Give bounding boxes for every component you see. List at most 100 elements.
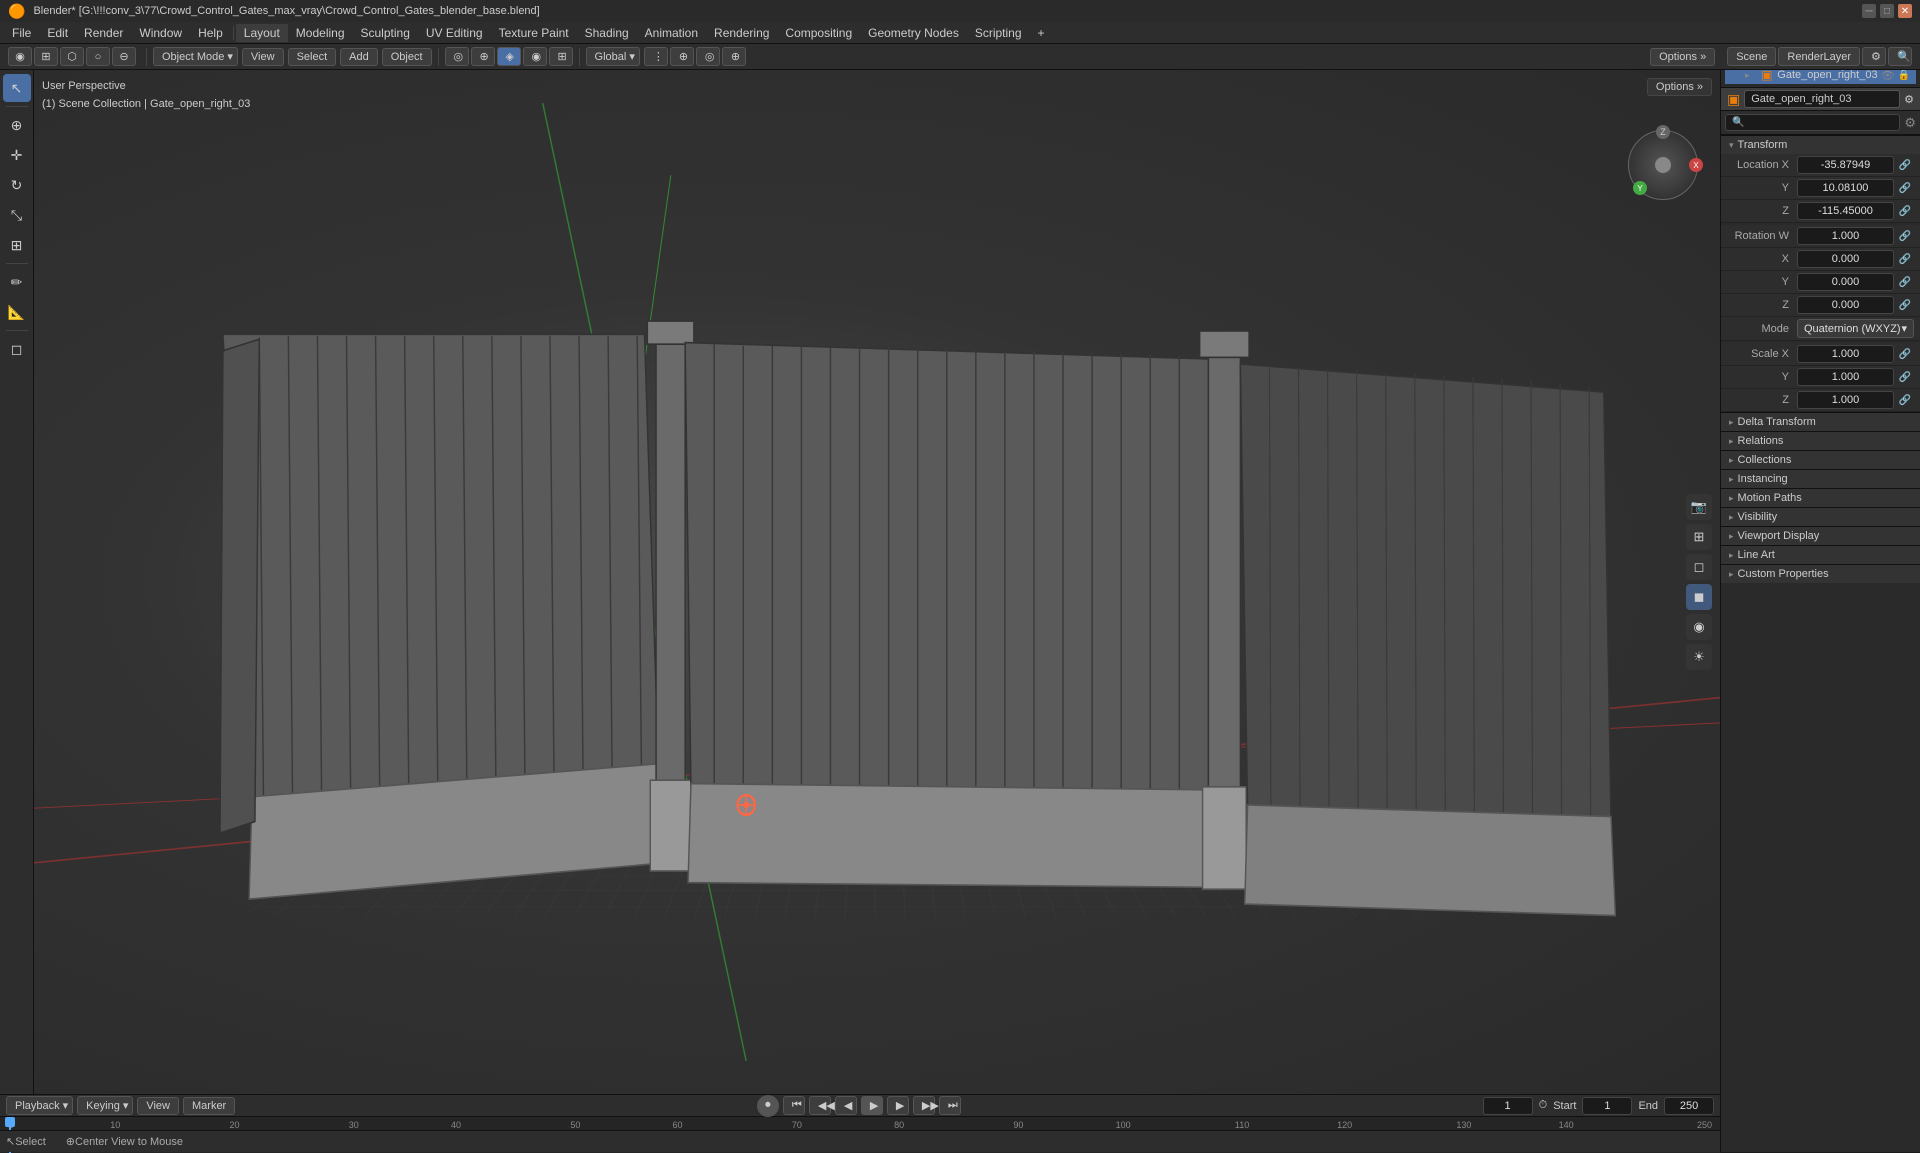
menu-texture-paint[interactable]: Texture Paint — [491, 24, 577, 42]
viewport[interactable]: User Perspective (1) Scene Collection | … — [34, 70, 1720, 1094]
menu-render[interactable]: Render — [76, 24, 131, 42]
close-button[interactable]: ✕ — [1898, 4, 1912, 18]
menu-window[interactable]: Window — [131, 24, 190, 42]
tool-rotate[interactable]: ↻ — [3, 171, 31, 199]
rotation-w-field[interactable]: 1.000 — [1797, 227, 1894, 245]
location-z-lock[interactable]: 🔗 — [1896, 202, 1914, 220]
tool-select[interactable]: ↖ — [3, 74, 31, 102]
renderlayer-label[interactable]: RenderLayer — [1778, 47, 1860, 66]
nav-right-x[interactable]: X — [1689, 158, 1703, 172]
menu-scripting[interactable]: Scripting — [967, 24, 1030, 42]
play-btn[interactable]: ▶ — [861, 1096, 883, 1115]
location-x-field[interactable]: -35.87949 — [1797, 156, 1894, 174]
obj-visibility[interactable]: 👁 — [1881, 69, 1895, 82]
delta-transform-section[interactable]: ▸ Delta Transform — [1721, 412, 1920, 431]
toolbar-select[interactable]: Select — [288, 48, 337, 66]
maximize-button[interactable]: □ — [1880, 4, 1894, 18]
menu-uv-editing[interactable]: UV Editing — [418, 24, 491, 42]
toolbar-object[interactable]: Object — [382, 48, 432, 66]
toolbar-snap1[interactable]: ⋮ — [644, 47, 668, 66]
vp-shading-solid[interactable]: ◼ — [1686, 584, 1712, 610]
toolbar-select-mode2[interactable]: ⊞ — [34, 47, 58, 66]
viewport-canvas[interactable]: User Perspective (1) Scene Collection | … — [34, 70, 1720, 1094]
menu-edit[interactable]: Edit — [39, 24, 76, 42]
nav-circle[interactable]: Z X Y — [1628, 130, 1698, 200]
motion-paths-section[interactable]: ▸ Motion Paths — [1721, 488, 1920, 507]
toolbar-snap4[interactable]: ⊕ — [722, 47, 746, 66]
instancing-section[interactable]: ▸ Instancing — [1721, 469, 1920, 488]
scale-z-field[interactable]: 1.000 — [1797, 391, 1894, 409]
nav-top-z[interactable]: Z — [1656, 125, 1670, 139]
menu-add-workspace[interactable]: + — [1030, 24, 1053, 42]
relations-section[interactable]: ▸ Relations — [1721, 431, 1920, 450]
scale-y-lock[interactable]: 🔗 — [1896, 368, 1914, 386]
object-name-field[interactable]: Gate_open_right_03 — [1744, 90, 1900, 108]
menu-animation[interactable]: Animation — [637, 24, 706, 42]
rotation-z-lock[interactable]: 🔗 — [1896, 296, 1914, 314]
options-button[interactable]: Options » — [1650, 48, 1715, 66]
visibility-section[interactable]: ▸ Visibility — [1721, 507, 1920, 526]
toolbar-snap3[interactable]: ◎ — [696, 47, 720, 66]
playback-dropdown[interactable]: Playback ▾ — [6, 1096, 73, 1115]
menu-compositing[interactable]: Compositing — [777, 24, 860, 42]
transform-section-header[interactable]: ▾ Transform — [1721, 135, 1920, 154]
toolbar-icon5[interactable]: ⊞ — [549, 47, 573, 66]
scene-label[interactable]: Scene — [1727, 47, 1776, 66]
play-record-btn[interactable]: ⏺ — [757, 1095, 779, 1117]
timeline-view-btn[interactable]: View — [137, 1097, 179, 1115]
minimize-button[interactable]: ─ — [1862, 4, 1876, 18]
collections-section[interactable]: ▸ Collections — [1721, 450, 1920, 469]
toolbar-icon4[interactable]: ◉ — [523, 47, 547, 66]
vp-camera-icon[interactable]: 📷 — [1686, 494, 1712, 520]
next-keyframe-btn[interactable]: ▶ — [887, 1096, 909, 1115]
obj-restrict[interactable]: 🔒 — [1898, 70, 1910, 81]
toolbar-settings[interactable]: ⚙ — [1862, 47, 1886, 66]
toolbar-icon1[interactable]: ◎ — [445, 47, 469, 66]
prev-frame-btn[interactable]: ◀◀ — [809, 1096, 831, 1115]
location-y-field[interactable]: 10.08100 — [1797, 179, 1894, 197]
props-settings-icon[interactable]: ⚙ — [1904, 115, 1916, 131]
menu-help[interactable]: Help — [190, 24, 231, 42]
tool-annotate[interactable]: ✏ — [3, 268, 31, 296]
scale-z-lock[interactable]: 🔗 — [1896, 391, 1914, 409]
properties-search[interactable]: 🔍 — [1725, 114, 1900, 131]
rotation-z-field[interactable]: 0.000 — [1797, 296, 1894, 314]
vp-grid-icon[interactable]: ⊞ — [1686, 524, 1712, 550]
next-frame-btn[interactable]: ▶▶ — [913, 1096, 935, 1115]
skip-end-btn[interactable]: ⏭ — [939, 1096, 961, 1115]
menu-sculpting[interactable]: Sculpting — [353, 24, 418, 42]
toolbar-select-mode4[interactable]: ○ — [86, 47, 110, 66]
object-mode-dropdown[interactable]: Object Mode ▾ — [153, 47, 238, 66]
tool-cursor[interactable]: ⊕ — [3, 111, 31, 139]
menu-geometry-nodes[interactable]: Geometry Nodes — [860, 24, 967, 42]
object-properties-icon[interactable]: ⚙ — [1904, 93, 1914, 106]
toolbar-select-mode[interactable]: ◉ — [8, 47, 32, 66]
menu-modeling[interactable]: Modeling — [288, 24, 353, 42]
rotation-w-lock[interactable]: 🔗 — [1896, 227, 1914, 245]
tool-move[interactable]: ✛ — [3, 141, 31, 169]
skip-start-btn[interactable]: ⏮ — [783, 1096, 805, 1115]
rotation-y-field[interactable]: 0.000 — [1797, 273, 1894, 291]
menu-layout[interactable]: Layout — [236, 24, 288, 42]
scale-x-field[interactable]: 1.000 — [1797, 345, 1894, 363]
toolbar-select-mode3[interactable]: ⬡ — [60, 47, 84, 66]
line-art-section[interactable]: ▸ Line Art — [1721, 545, 1920, 564]
toolbar-add[interactable]: Add — [340, 48, 378, 66]
timeline-marker-btn[interactable]: Marker — [183, 1097, 235, 1115]
vp-shading-rendered[interactable]: ☀ — [1686, 644, 1712, 670]
global-dropdown[interactable]: Global ▾ — [586, 47, 640, 66]
toolbar-view[interactable]: View — [242, 48, 284, 66]
start-frame-field[interactable]: 1 — [1582, 1097, 1632, 1115]
nav-bottom-y[interactable]: Y — [1633, 181, 1647, 195]
keying-dropdown[interactable]: Keying ▾ — [77, 1096, 133, 1115]
navigation-widget[interactable]: Z X Y — [1628, 130, 1708, 210]
menu-rendering[interactable]: Rendering — [706, 24, 777, 42]
toolbar-search[interactable]: 🔍 — [1888, 47, 1912, 66]
prev-keyframe-btn[interactable]: ◀ — [835, 1096, 857, 1115]
rotation-y-lock[interactable]: 🔗 — [1896, 273, 1914, 291]
tool-measure[interactable]: 📐 — [3, 298, 31, 326]
menu-shading[interactable]: Shading — [577, 24, 637, 42]
rotation-x-field[interactable]: 0.000 — [1797, 250, 1894, 268]
menu-file[interactable]: File — [4, 24, 39, 42]
tool-add[interactable]: ◻ — [3, 335, 31, 363]
